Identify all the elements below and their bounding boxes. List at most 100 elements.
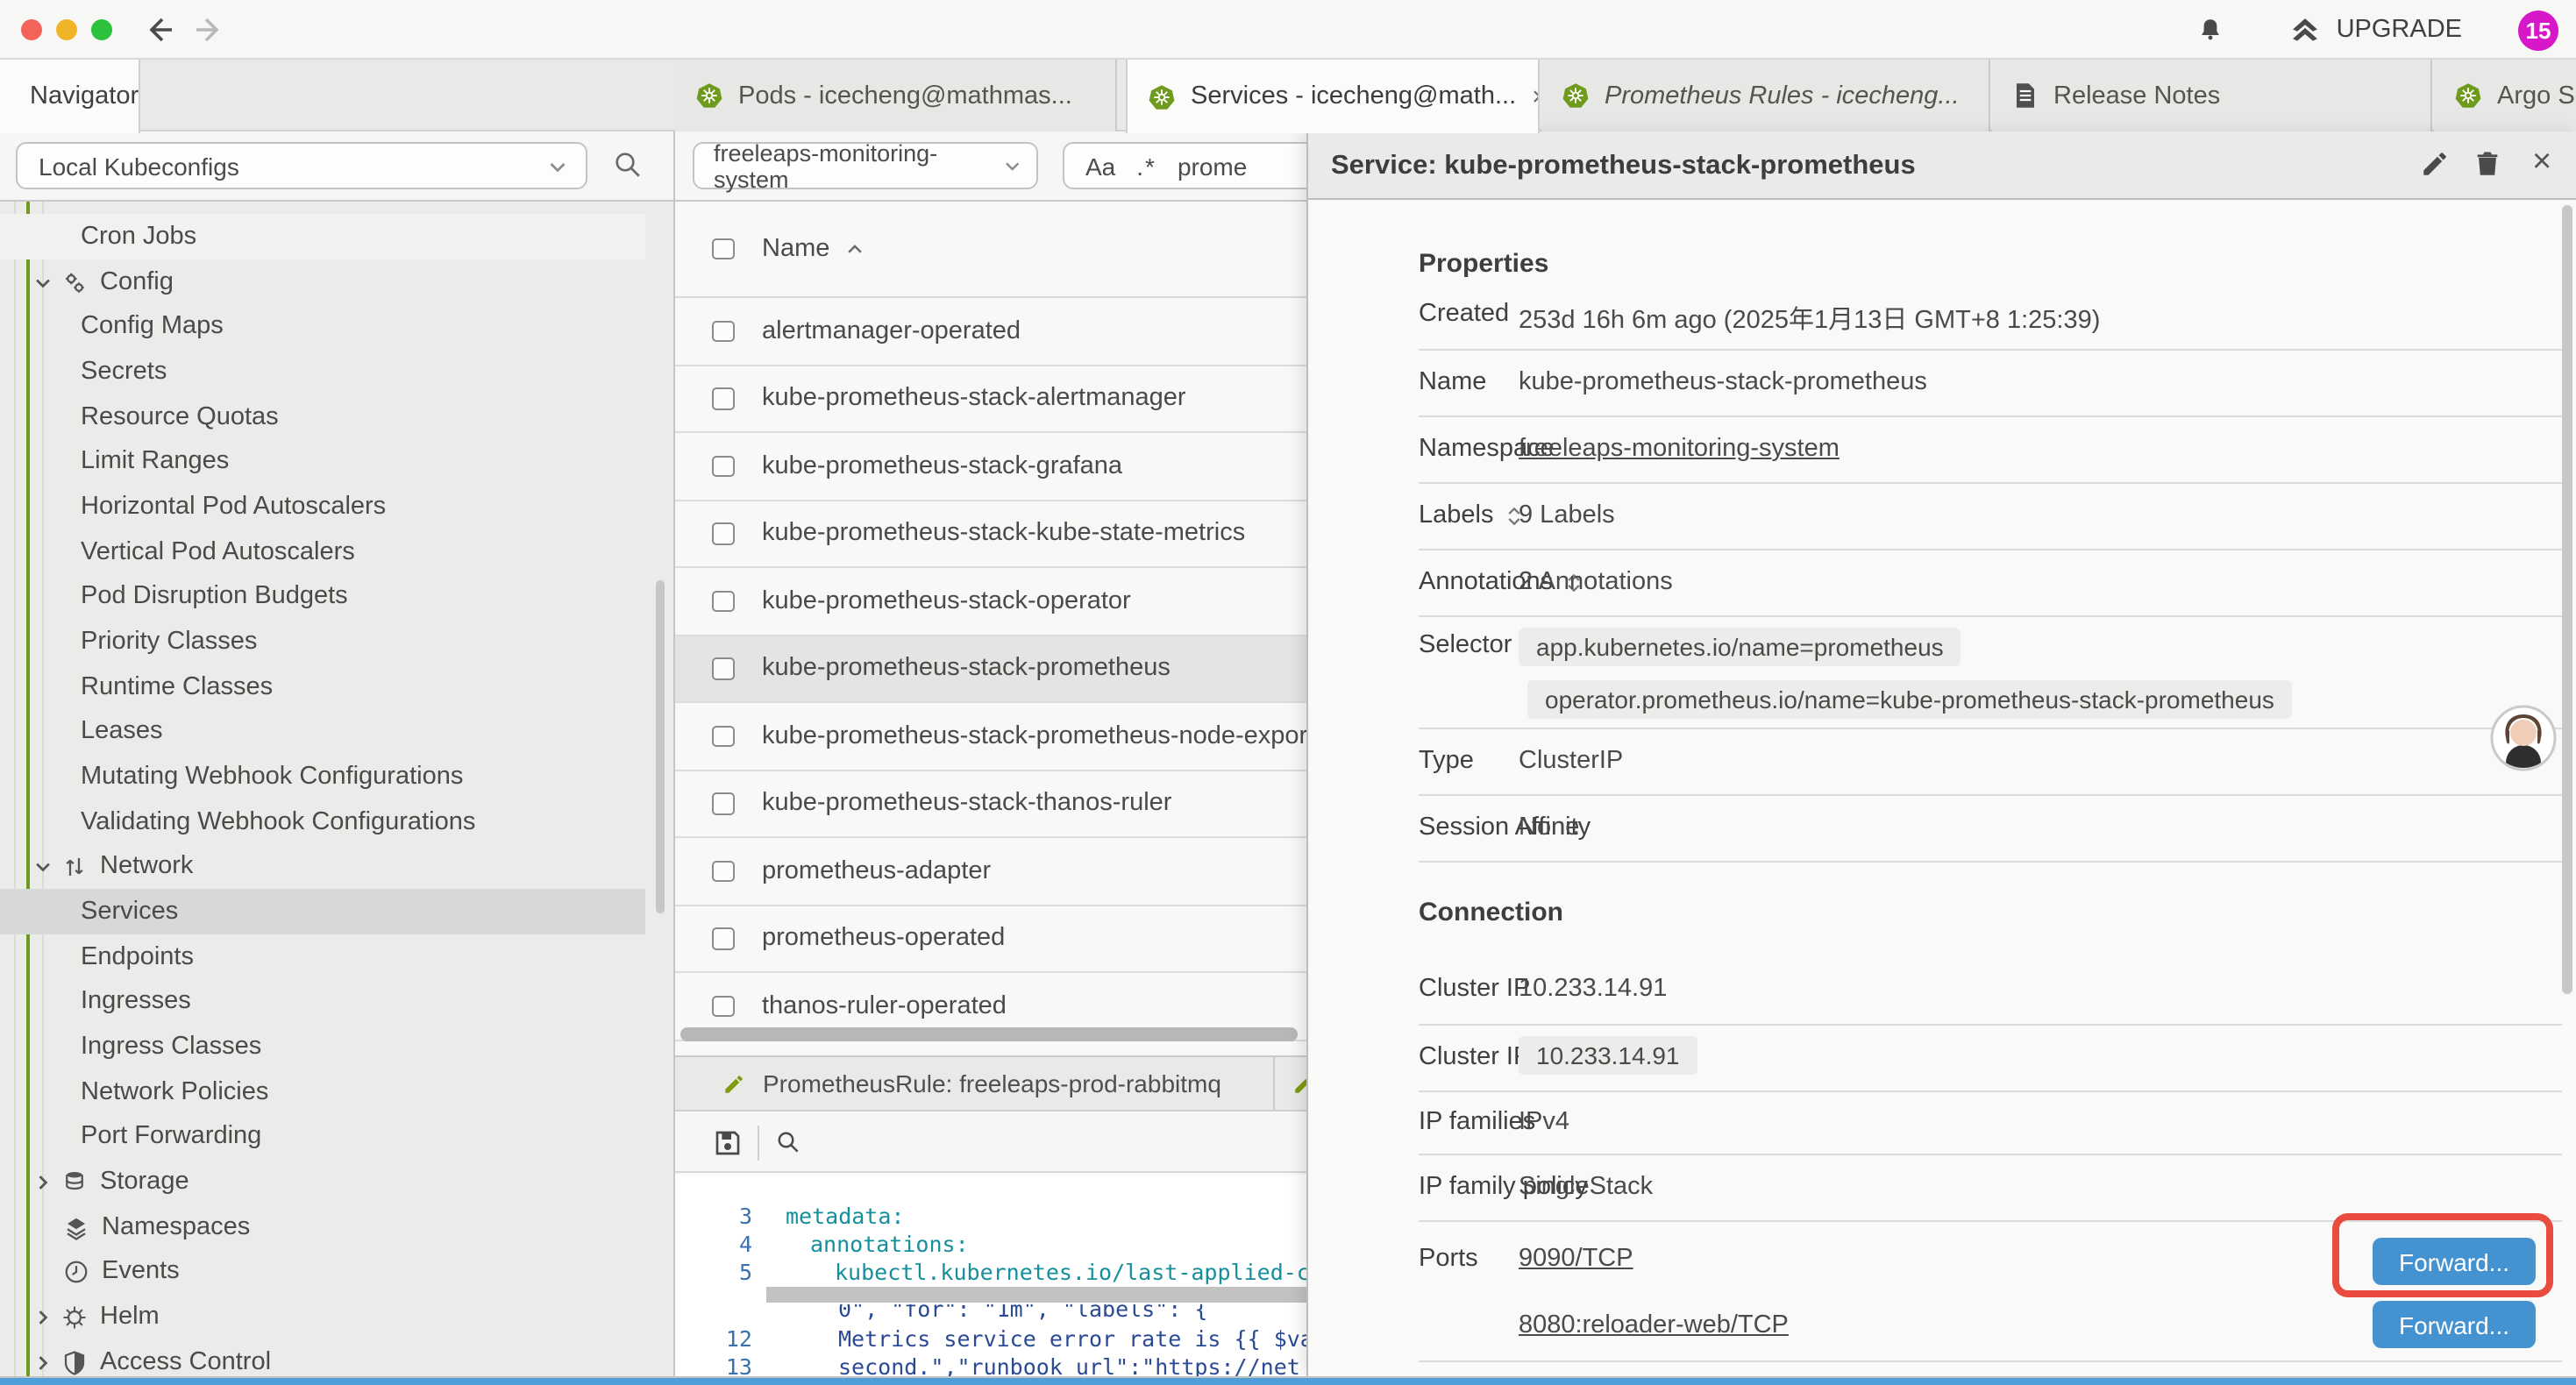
list-search-input[interactable]: Aa .* prome <box>1063 142 1308 189</box>
sidebar-item-config-maps[interactable]: Config Maps <box>0 303 645 349</box>
maximize-traffic-light[interactable] <box>91 19 112 40</box>
kubeconfig-selector[interactable]: Local Kubeconfigs <box>16 142 587 189</box>
sidebar-item-namespaces[interactable]: Namespaces <box>0 1204 645 1250</box>
match-case-toggle[interactable]: Aa <box>1085 152 1115 180</box>
forward-port-button[interactable]: Forward... <box>2373 1301 2536 1348</box>
editor-tab-label: PrometheusRule: freeleaps-prod-rabbitmq <box>763 1069 1221 1097</box>
sidebar-item-endpoints[interactable]: Endpoints <box>0 934 645 980</box>
sidebar-item-priority-classes[interactable]: Priority Classes <box>0 619 645 664</box>
close-panel-icon[interactable]: × <box>2532 144 2551 182</box>
resource-tree: Cron Jobs Config Config Maps Secrets Res… <box>0 202 673 1376</box>
tab-prometheus-rules[interactable]: Prometheus Rules - icecheng... <box>1541 60 1990 131</box>
table-row[interactable]: prometheus-operated <box>675 906 1308 973</box>
sidebar-item-limit-ranges[interactable]: Limit Ranges <box>0 438 645 484</box>
panel-scrollbar[interactable] <box>2562 205 2572 994</box>
sidebar-item-pod-disruption-budgets[interactable]: Pod Disruption Budgets <box>0 573 645 619</box>
row-checkbox[interactable] <box>712 590 734 612</box>
port-link[interactable]: 9090/TCP <box>1519 1245 1633 1273</box>
row-checkbox[interactable] <box>712 725 734 747</box>
select-all-checkbox[interactable] <box>712 238 734 260</box>
row-checkbox[interactable] <box>712 860 734 882</box>
port-link[interactable]: 8080:reloader-web/TCP <box>1519 1311 1789 1339</box>
table-row[interactable]: kube-prometheus-stack-operator <box>675 568 1308 636</box>
tab-release-notes[interactable]: Release Notes <box>1992 60 2432 131</box>
row-checkbox[interactable] <box>712 927 734 949</box>
tab-services[interactable]: Services - icecheng@math... × <box>1126 60 1540 133</box>
bell-icon[interactable] <box>2196 15 2226 45</box>
table-row[interactable]: kube-prometheus-stack-grafana <box>675 433 1308 501</box>
search-icon[interactable] <box>612 149 644 181</box>
sidebar-item-resource-quotas[interactable]: Resource Quotas <box>0 394 645 440</box>
yaml-editor[interactable]: 3 metadata: 4 annotations: 5 kubectl.kub… <box>675 1175 1308 1376</box>
row-checkbox[interactable] <box>712 522 734 544</box>
minimize-traffic-light[interactable] <box>56 19 77 40</box>
editor-search-icon[interactable] <box>775 1129 801 1155</box>
sidebar-scrollbar[interactable] <box>656 580 665 913</box>
table-row[interactable]: kube-prometheus-stack-alertmanager <box>675 366 1308 433</box>
regex-toggle[interactable]: .* <box>1136 152 1156 180</box>
forward-icon[interactable] <box>193 12 228 47</box>
back-icon[interactable] <box>140 12 175 47</box>
close-tab-icon[interactable]: × <box>1532 83 1540 110</box>
row-checkbox[interactable] <box>712 657 734 679</box>
editor-horizontal-scrollbar[interactable] <box>766 1287 1308 1303</box>
chevron-right-icon <box>33 1172 53 1191</box>
table-row[interactable]: kube-prometheus-stack-prometheus-node-ex… <box>675 703 1308 771</box>
chevron-down-icon <box>33 856 53 876</box>
tab-navigator[interactable]: Navigator <box>0 60 140 133</box>
tab-argo[interactable]: Argo Se <box>2434 60 2576 131</box>
row-checkbox[interactable] <box>712 320 734 342</box>
sidebar-item-validating-webhook-configurations[interactable]: Validating Webhook Configurations <box>0 799 645 845</box>
sidebar-item-ingress-classes[interactable]: Ingress Classes <box>0 1024 645 1069</box>
assistant-avatar[interactable] <box>2490 705 2557 771</box>
horizontal-scrollbar[interactable] <box>680 1027 1298 1041</box>
sidebar-item-helm[interactable]: Helm <box>0 1294 645 1339</box>
notification-badge[interactable]: 15 <box>2518 10 2558 50</box>
edit-pencil-icon[interactable] <box>2420 149 2450 179</box>
tab-label: Prometheus Rules - icecheng... <box>1605 82 1960 110</box>
sidebar-item-cron-jobs[interactable]: Cron Jobs <box>0 214 645 259</box>
sidebar-item-services[interactable]: Services <box>0 889 645 934</box>
sidebar-item-horizontal-pod-autoscalers[interactable]: Horizontal Pod Autoscalers <box>0 484 645 529</box>
sidebar-item-access-control[interactable]: Access Control <box>0 1339 645 1376</box>
name-column-header[interactable]: Name <box>762 235 829 263</box>
tab-pods[interactable]: Pods - icecheng@mathmas... <box>675 60 1117 131</box>
row-checkbox[interactable] <box>712 995 734 1017</box>
up-down-arrows-icon <box>61 853 88 879</box>
sidebar-item-secrets[interactable]: Secrets <box>0 349 645 394</box>
services-list-panel: freeleaps-monitoring-system Aa .* prome … <box>675 131 1308 1376</box>
list-toolbar: freeleaps-monitoring-system Aa .* prome <box>675 131 1308 202</box>
table-row[interactable]: kube-prometheus-stack-thanos-ruler <box>675 771 1308 838</box>
table-row-selected[interactable]: kube-prometheus-stack-prometheus <box>675 636 1308 703</box>
table-row[interactable]: prometheus-adapter <box>675 838 1308 906</box>
sidebar-item-network[interactable]: Network <box>0 843 645 889</box>
row-checkbox[interactable] <box>712 455 734 477</box>
sidebar-item-network-policies[interactable]: Network Policies <box>0 1069 645 1115</box>
row-checkbox[interactable] <box>712 792 734 814</box>
sort-ascending-icon[interactable] <box>845 239 865 259</box>
namespace-link[interactable]: freeleaps-monitoring-system <box>1519 435 1839 463</box>
table-row[interactable]: alertmanager-operated <box>675 298 1308 366</box>
save-icon[interactable] <box>714 1128 742 1156</box>
chevron-down-icon <box>33 273 53 292</box>
sidebar-item-ingresses[interactable]: Ingresses <box>0 978 645 1024</box>
table-row[interactable]: kube-prometheus-stack-kube-state-metrics <box>675 501 1308 568</box>
editor-tab-prometheusrule[interactable]: PrometheusRule: freeleaps-prod-rabbitmq <box>675 1057 1275 1110</box>
upgrade-label[interactable]: UPGRADE <box>2337 16 2462 44</box>
sidebar-item-config[interactable]: Config <box>0 259 645 305</box>
sidebar-item-mutating-webhook-configurations[interactable]: Mutating Webhook Configurations <box>0 754 645 799</box>
sidebar-item-vertical-pod-autoscalers[interactable]: Vertical Pod Autoscalers <box>0 529 645 575</box>
upgrade-icon[interactable] <box>2289 15 2323 45</box>
sidebar-item-runtime-classes[interactable]: Runtime Classes <box>0 664 645 710</box>
editor-toolbar <box>675 1113 1308 1173</box>
row-checkbox[interactable] <box>712 387 734 409</box>
sidebar-item-port-forwarding[interactable]: Port Forwarding <box>0 1113 645 1159</box>
kubernetes-icon <box>2455 82 2481 109</box>
namespace-filter[interactable]: freeleaps-monitoring-system <box>693 142 1038 189</box>
sidebar-item-leases[interactable]: Leases <box>0 708 645 754</box>
sidebar-item-storage[interactable]: Storage <box>0 1159 645 1204</box>
clock-icon <box>63 1258 89 1284</box>
delete-trash-icon[interactable] <box>2473 149 2502 179</box>
close-traffic-light[interactable] <box>21 19 42 40</box>
sidebar-item-events[interactable]: Events <box>0 1248 645 1294</box>
